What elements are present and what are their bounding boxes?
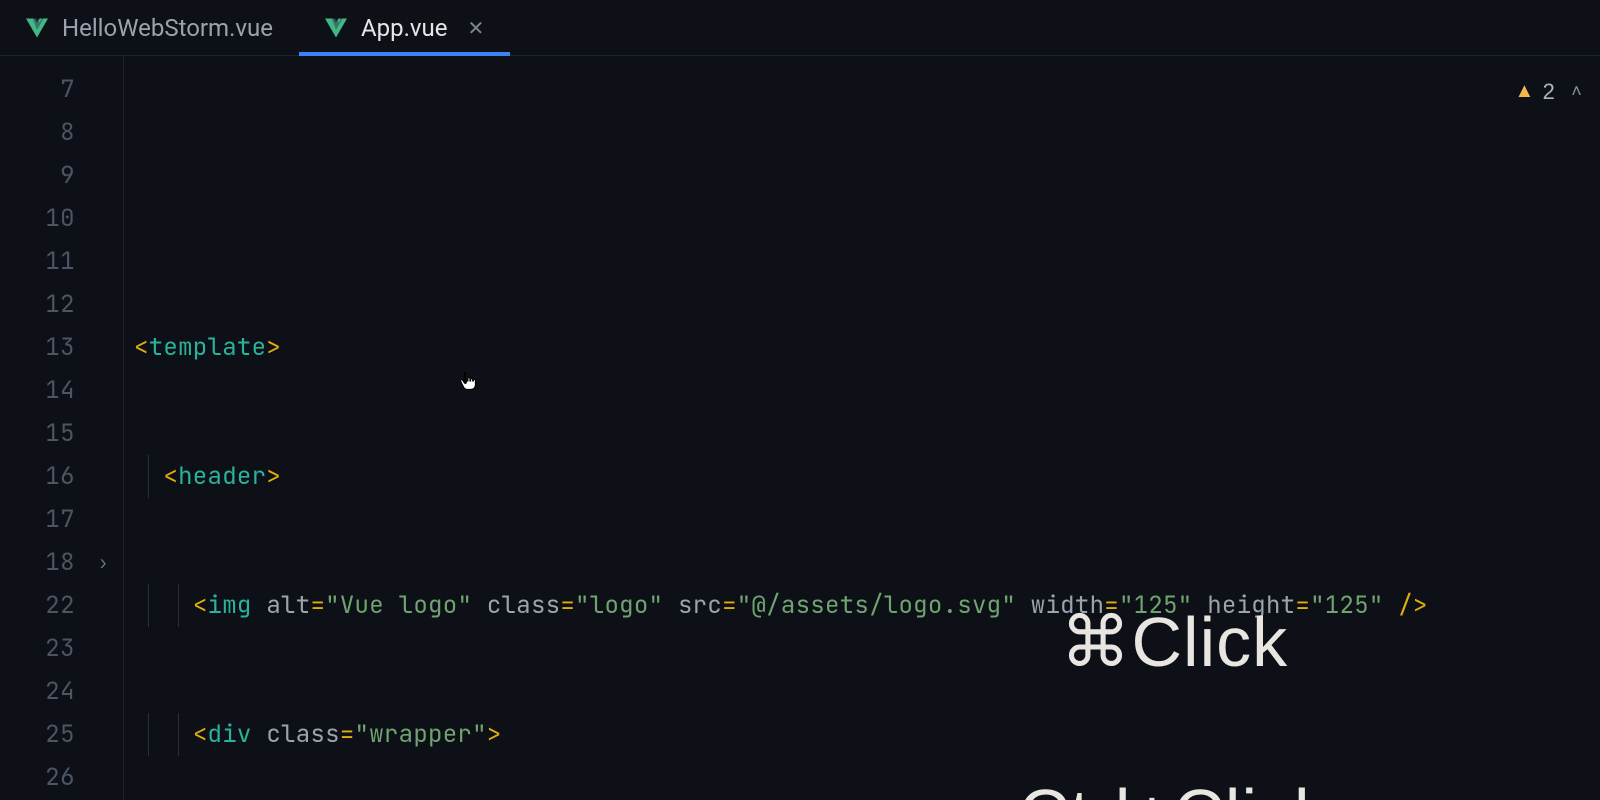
vue-icon [325,18,347,38]
code-line[interactable]: <img alt="Vue logo" class="logo" src="@/… [124,584,1600,627]
tab-label: App.vue [361,14,448,42]
tab-label: HelloWebStorm.vue [62,14,273,42]
code-line[interactable]: <header> [124,455,1600,498]
annotation-line: ⌘Click [1019,602,1330,683]
code-area[interactable]: ▲ 2 ˄ <template> <header> <img alt="Vue … [124,56,1600,800]
warning-count: 2 [1543,70,1556,113]
gutter: 789101112131415161718›2223242526 [0,56,124,800]
chevron-up-icon: ˄ [1571,70,1582,113]
annotation-line: Ctrl+Click [1019,769,1330,800]
tab-bar: HelloWebStorm.vue App.vue ✕ [0,0,1600,56]
fold-icon[interactable]: › [98,541,109,584]
vue-icon [26,18,48,38]
code-line[interactable]: <div class="wrapper"> [124,713,1600,756]
pointer-cursor-icon [457,370,479,394]
close-icon[interactable]: ✕ [468,16,485,40]
tab-hellowebstorm[interactable]: HelloWebStorm.vue [0,0,299,55]
inspection-badge[interactable]: ▲ 2 ˄ [1515,70,1582,113]
editor: 789101112131415161718›2223242526 ▲ 2 ˄ <… [0,56,1600,800]
shortcut-annotation: ⌘Click Ctrl+Click [1019,516,1330,800]
warning-icon: ▲ [1515,70,1535,113]
code-line[interactable]: <template> [124,326,1600,369]
tab-app[interactable]: App.vue ✕ [299,0,510,55]
